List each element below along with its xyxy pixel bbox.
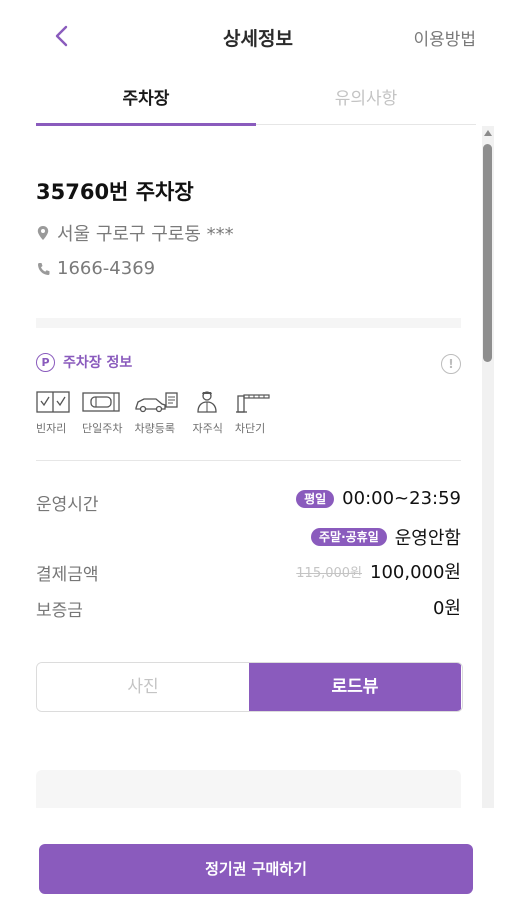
hours-label: 운영시간: [36, 495, 99, 515]
price-label: 결제금액: [36, 565, 99, 585]
final-price: 100,000원: [370, 562, 461, 583]
location-pin-icon: [37, 226, 49, 240]
tab-parking-lot[interactable]: 주차장: [36, 82, 256, 124]
parking-p-icon: P: [36, 352, 55, 372]
scrollbar[interactable]: [482, 126, 494, 808]
feature-label: 단일주차: [82, 422, 123, 435]
weekday-badge: 평일: [296, 489, 335, 508]
feature-list: 빈자리 단일주차 차량등록 자주식 차단기: [36, 390, 283, 436]
scroll-thumb[interactable]: [483, 144, 492, 362]
phone-number: 1666-4369: [57, 258, 156, 279]
feature-label: 자주식: [192, 422, 223, 435]
divider: [36, 460, 461, 461]
tab-notices[interactable]: 유의사항: [256, 82, 476, 124]
detail-scroll-area[interactable]: 35760번 주차장 서울 구로구 구로동 *** 1666-4369 P 주차…: [0, 126, 516, 808]
checkbox-pair-icon: [36, 391, 70, 413]
weekday-hours-row: 평일 00:00~23:59: [296, 488, 461, 509]
bottom-action-bar: 정기권 구매하기: [0, 808, 516, 906]
address-text: 서울 구로구 구로동 ***: [57, 224, 234, 245]
parking-info-title: 주차장 정보: [63, 355, 133, 371]
feature-label: 차단기: [234, 422, 266, 435]
address-row: 서울 구로구 구로동 ***: [36, 220, 234, 246]
feature-vacancy: 빈자리: [36, 390, 70, 436]
info-alert-icon[interactable]: !: [441, 354, 461, 374]
lot-name: 35760번 주차장: [36, 180, 194, 204]
phone-icon: [38, 262, 50, 275]
tab-bar: 주차장 유의사항: [36, 82, 476, 126]
weekend-badge: 주말·공휴일: [310, 528, 387, 546]
deposit-row: 0원: [433, 594, 461, 620]
feature-label: 차량등록: [134, 422, 175, 435]
weekend-hours: 운영안함: [394, 528, 461, 549]
section-separator: [36, 318, 461, 328]
photo-toggle-button[interactable]: 사진: [37, 663, 249, 711]
feature-self-park: 자주식: [192, 390, 223, 436]
weekend-hours-row: 주말·공휴일 운영안함: [310, 524, 461, 550]
roadview-panel: [36, 770, 461, 808]
barrier-gate-icon: [235, 394, 270, 413]
car-register-icon: [135, 392, 179, 413]
self-park-person-icon: [197, 391, 218, 413]
original-price: 115,000원: [296, 565, 362, 581]
feature-barrier: 차단기: [235, 390, 271, 436]
single-car-icon: [82, 392, 120, 412]
header: 상세정보 이용방법: [0, 0, 516, 72]
parking-info-heading: P 주차장 정보: [36, 352, 132, 372]
roadview-toggle-button[interactable]: 로드뷰: [249, 663, 461, 711]
deposit-label: 보증금: [36, 601, 83, 621]
deposit-value: 0원: [432, 598, 461, 619]
howto-link[interactable]: 이용방법: [413, 25, 476, 50]
scroll-up-arrow-icon[interactable]: [484, 130, 492, 136]
weekday-hours: 00:00~23:59: [342, 488, 461, 509]
buy-pass-button[interactable]: 정기권 구매하기: [39, 844, 473, 894]
phone-row[interactable]: 1666-4369: [36, 258, 155, 279]
view-toggle: 사진 로드뷰: [36, 662, 463, 712]
feature-car-register: 차량등록: [134, 390, 180, 436]
feature-single-parking: 단일주차: [82, 390, 122, 436]
price-row: 115,000원 100,000원: [296, 558, 461, 584]
feature-label: 빈자리: [36, 422, 67, 435]
